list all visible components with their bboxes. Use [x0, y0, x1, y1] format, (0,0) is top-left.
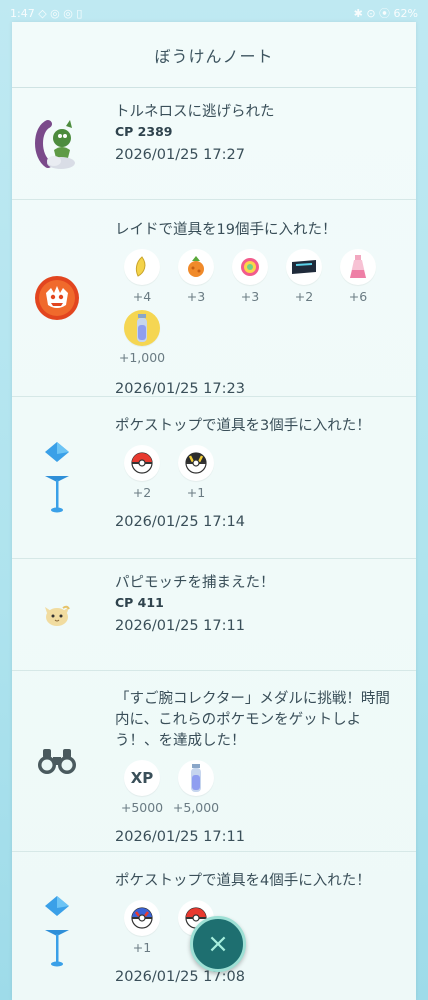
- max-particle-icon: [178, 760, 214, 796]
- reward-qty: +1: [186, 485, 206, 500]
- reward-item: +3: [223, 249, 277, 304]
- max-particle-icon: [124, 310, 160, 346]
- reward-items: XP +5000 +5,000: [115, 760, 402, 821]
- journal-entry[interactable]: トルネロスに逃げられた CP 2389 2026/01/25 17:27: [12, 88, 416, 200]
- entry-time: 2026/01/25 17:27: [115, 147, 245, 163]
- reward-item: +5,000: [169, 760, 223, 815]
- entry-title: ポケストップで道具を3個手に入れた！: [115, 418, 371, 434]
- reward-item: XP +5000: [115, 760, 169, 815]
- entry-time: 2026/01/25 17:23: [115, 381, 245, 397]
- close-button[interactable]: ×: [190, 916, 246, 972]
- pokestop-icon: [12, 852, 102, 1000]
- entry-title: レイドで道具を19個手に入れた！: [115, 222, 337, 238]
- reward-qty: +2: [132, 485, 152, 500]
- journal-panel: ぼうけんノート トルネロスに逃げられた CP 2389 2026/01/25 1…: [12, 22, 416, 1000]
- entry-title: トルネロスに逃げられた: [115, 104, 275, 120]
- reward-qty: +5,000: [172, 800, 220, 815]
- journal-entry[interactable]: パピモッチを捕まえた！ CP 411 2026/01/25 17:11: [12, 559, 416, 671]
- pokemon-catch-icon: [12, 559, 102, 670]
- reward-items: +2 +1: [115, 445, 402, 506]
- pokestop-icon: [12, 397, 102, 558]
- entry-time: 2026/01/25 17:08: [115, 969, 245, 985]
- reward-item: +2: [277, 249, 331, 304]
- reward-qty: +1: [132, 940, 152, 955]
- ultra-ball-icon: [178, 445, 214, 481]
- reward-items: +4 +3 +3 +2 +6 +1,000: [115, 249, 402, 371]
- great-ball-icon: [124, 900, 160, 936]
- stardust-potion-icon: [340, 249, 376, 285]
- reward-qty: +6: [348, 289, 368, 304]
- tm-icon: [286, 249, 322, 285]
- raid-badge-icon: [12, 200, 102, 396]
- rare-candy-icon: [232, 249, 268, 285]
- journal-entry[interactable]: ポケストップで道具を3個手に入れた！ +2 +1 2026/01/25 17:1…: [12, 397, 416, 559]
- reward-qty: +2: [294, 289, 314, 304]
- reward-item: +3: [169, 249, 223, 304]
- reward-qty: +3: [186, 289, 206, 304]
- entry-cp: CP 2389: [115, 124, 173, 139]
- entry-time: 2026/01/25 17:14: [115, 514, 245, 530]
- reward-item: +2: [115, 445, 169, 500]
- reward-item: +1,000: [115, 310, 169, 365]
- close-icon: ×: [207, 929, 229, 959]
- entry-title: ポケストップで道具を4個手に入れた！: [115, 873, 371, 889]
- pinap-berry-icon: [178, 249, 214, 285]
- golden-razz-berry-icon: [124, 249, 160, 285]
- status-left: 1:47 ◇ ◎ ◎ ▯: [10, 6, 83, 20]
- entry-title: パピモッチを捕まえた！: [115, 575, 275, 591]
- page-title: ぼうけんノート: [12, 22, 416, 88]
- poke-ball-icon: [124, 445, 160, 481]
- xp-icon: XP: [124, 760, 160, 796]
- reward-item: +4: [115, 249, 169, 304]
- binoculars-icon: [12, 671, 102, 851]
- reward-qty: +5000: [120, 800, 164, 815]
- reward-qty: +3: [240, 289, 260, 304]
- journal-entry[interactable]: 「すご腕コレクター」メダルに挑戦！時間内に、これらのポケモンをゲットしよう！、を…: [12, 671, 416, 852]
- reward-item: +6: [331, 249, 385, 304]
- xp-label: XP: [130, 769, 154, 787]
- reward-item: +1: [115, 900, 169, 955]
- reward-qty: +4: [132, 289, 152, 304]
- reward-qty: +1,000: [118, 350, 166, 365]
- reward-item: +1: [169, 445, 223, 500]
- entry-time: 2026/01/25 17:11: [115, 829, 245, 845]
- journal-entry[interactable]: レイドで道具を19個手に入れた！ +4 +3 +3 +2 +6 +1,000 2…: [12, 200, 416, 397]
- entry-time: 2026/01/25 17:11: [115, 618, 245, 634]
- reward-items: +1 +: [115, 900, 402, 961]
- entry-cp: CP 411: [115, 595, 164, 610]
- tornadus-icon: [12, 88, 102, 199]
- entry-title: 「すご腕コレクター」メダルに挑戦！時間内に、これらのポケモンをゲットしよう！、を…: [115, 691, 390, 749]
- status-right: ✱ ⊙ ⦿ 62%: [353, 7, 418, 20]
